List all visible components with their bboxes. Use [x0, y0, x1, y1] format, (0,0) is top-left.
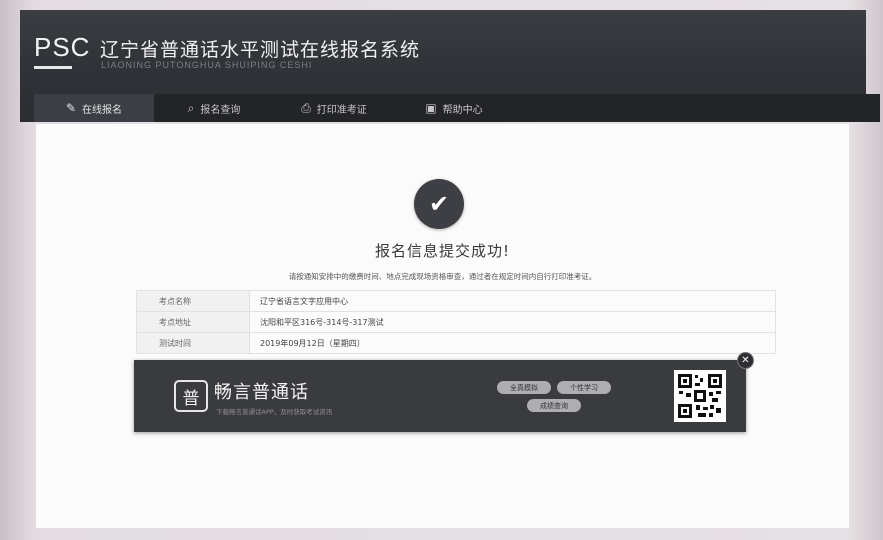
site-logo[interactable]: PSC [34, 32, 91, 69]
nav-item-online-registration[interactable]: ✎ 在线报名 [34, 94, 154, 122]
info-key: 考点地址 [136, 311, 250, 333]
table-row: 考点名称 辽宁省语言文字应用中心 [136, 290, 776, 312]
nav-item-label: 打印准考证 [316, 104, 367, 116]
nav-item-print-admission-ticket[interactable]: ⎙ 打印准考证 [274, 94, 394, 122]
info-key: 考点名称 [136, 290, 250, 312]
app-icon: 普 [174, 380, 208, 412]
page-background: PSC 辽宁省普通话水平测试在线报名系统 LIAONING PUTONGHUA … [0, 0, 883, 540]
app-name: 畅言普通话 [214, 382, 309, 403]
nav-item-label: 报名查询 [200, 104, 241, 116]
nav-item-label: 帮助中心 [442, 104, 483, 116]
logo-underline [34, 66, 72, 69]
score-query-button[interactable]: 成绩查询 [527, 399, 581, 412]
info-key: 测试时间 [136, 332, 250, 354]
success-badge: ✔ [414, 179, 464, 229]
site-subtitle: LIAONING PUTONGHUA SHUIPING CESHI [101, 60, 313, 70]
help-icon: ▣ [425, 101, 437, 115]
site-title: 辽宁省普通话水平测试在线报名系统 [100, 39, 421, 61]
info-value: 2019年09月12日（星期四） [249, 332, 776, 354]
nav-spacer [514, 94, 880, 122]
info-value: 辽宁省语言文字应用中心 [249, 290, 776, 312]
table-row: 测试时间 2019年09月12日（星期四） [136, 332, 776, 354]
app-tagline: 下载畅言普通话APP，及时获取考试资讯 [216, 408, 333, 416]
nav-item-label: 在线报名 [82, 104, 123, 116]
edit-icon: ✎ [65, 101, 77, 115]
printer-icon: ⎙ [301, 101, 311, 115]
close-icon[interactable]: ✕ [737, 352, 754, 369]
table-row: 考点地址 沈阳和平区316号-314号-317测试 [136, 311, 776, 333]
mock-test-button[interactable]: 全真模拟 [497, 381, 551, 394]
site-header: PSC 辽宁省普通话水平测试在线报名系统 LIAONING PUTONGHUA … [20, 10, 880, 122]
search-icon: ⌕ [187, 101, 195, 115]
main-nav: ✎ 在线报名 ⌕ 报名查询 ⎙ 打印准考证 ▣ 帮助中心 [34, 94, 880, 122]
personal-study-button[interactable]: 个性学习 [557, 381, 611, 394]
qr-code-graphic [676, 372, 724, 420]
qr-code-icon [674, 370, 726, 422]
nav-item-registration-query[interactable]: ⌕ 报名查询 [154, 94, 274, 122]
logo-text: PSC [34, 32, 91, 62]
check-icon: ✔ [428, 190, 450, 218]
nav-item-help-center[interactable]: ▣ 帮助中心 [394, 94, 514, 122]
success-notice: 请按通知安排中的缴费时间、地点完成现场资格审查，通过者在规定时间内自行打印准考证… [288, 272, 597, 281]
success-title: 报名信息提交成功! [374, 242, 510, 260]
info-value: 沈阳和平区316号-314号-317测试 [249, 311, 776, 333]
registration-info-table: 考点名称 辽宁省语言文字应用中心 考点地址 沈阳和平区316号-314号-317… [136, 290, 776, 354]
result-card: ✔ 报名信息提交成功! 请按通知安排中的缴费时间、地点完成现场资格审查，通过者在… [36, 124, 849, 528]
app-promo-banner[interactable]: 普 畅言普通话 下载畅言普通话APP，及时获取考试资讯 全真模拟 个性学习 成绩… [134, 352, 754, 432]
